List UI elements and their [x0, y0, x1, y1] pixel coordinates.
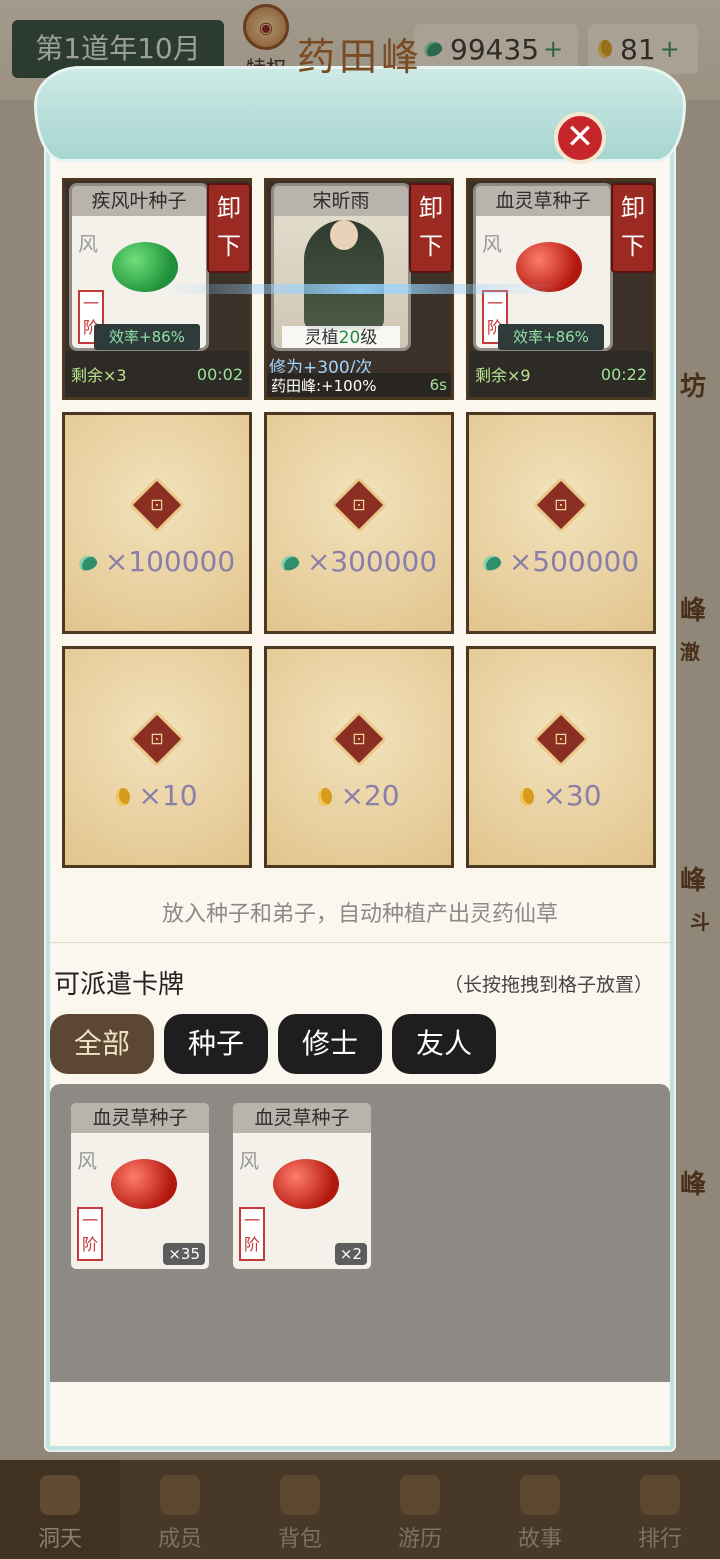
locked-slot-gold-2[interactable]: ⊡ ×20 [264, 646, 454, 868]
tab-friends[interactable]: 友人 [392, 1014, 496, 1074]
seed-card[interactable]: 血灵草种子 风 一阶 效率+86% [473, 183, 613, 351]
lock-icon: ⊡ [532, 710, 590, 768]
tier-badge: 一阶 [239, 1207, 265, 1261]
unlock-cost: ×10 [65, 779, 249, 812]
tab-seeds[interactable]: 种子 [164, 1014, 268, 1074]
lock-icon: ⊡ [128, 476, 186, 534]
disciple-head [330, 220, 358, 250]
slot-status: 剩余×9 00:22 [469, 351, 653, 397]
element-mark: 风 [482, 232, 502, 256]
disciple-level: 灵植20级 [282, 326, 400, 348]
cost-amount: ×100000 [104, 545, 236, 578]
locked-slot-gold-3[interactable]: ⊡ ×30 [466, 646, 656, 868]
cost-amount: ×10 [138, 779, 198, 812]
timer: 00:02 [196, 364, 243, 384]
card-name: 疾风叶种子 [72, 186, 206, 216]
tab-cultivators[interactable]: 修士 [278, 1014, 382, 1074]
red-seed-icon [111, 1159, 177, 1209]
dispatch-title: 可派遣卡牌 [54, 970, 185, 1000]
lock-icon: ⊡ [330, 710, 388, 768]
unlock-cost: ×500000 [469, 545, 653, 578]
gold-bean-icon [116, 788, 131, 806]
red-seed-icon [273, 1159, 339, 1209]
unlock-cost: ×100000 [65, 545, 249, 578]
tier-badge: 一阶 [77, 1207, 103, 1261]
jade-icon [76, 553, 99, 573]
locked-slot-jade-1[interactable]: ⊡ ×100000 [62, 412, 252, 634]
unload-button[interactable]: 卸下 [207, 183, 251, 273]
divider [50, 942, 670, 943]
unload-button[interactable]: 卸下 [409, 183, 453, 273]
timer: 00:22 [600, 364, 647, 384]
lock-icon: ⊡ [532, 476, 590, 534]
cost-amount: ×300000 [306, 545, 438, 578]
peak-bonus-text: 药田峰:+100% [271, 376, 377, 395]
locked-slot-gold-1[interactable]: ⊡ ×10 [62, 646, 252, 868]
lock-icon: ⊡ [330, 476, 388, 534]
card-name: 宋昕雨 [274, 186, 408, 216]
close-button[interactable]: ✕ [554, 112, 606, 164]
element-mark: 风 [78, 232, 98, 256]
card-name: 血灵草种子 [476, 186, 610, 216]
pool-seed-card[interactable]: 血灵草种子 风 一阶 ×2 [230, 1100, 374, 1272]
unlock-cost: ×300000 [267, 545, 451, 578]
gold-bean-icon [520, 788, 535, 806]
slot-status: 剩余×3 00:02 [65, 351, 249, 397]
modal-title: 药田峰 [296, 35, 423, 79]
element-mark: 风 [77, 1149, 97, 1173]
efficiency-label: 效率+86% [94, 324, 200, 350]
tab-all[interactable]: 全部 [50, 1014, 154, 1074]
disciple-card[interactable]: 宋昕雨 灵植20级 [271, 183, 411, 351]
cost-amount: ×30 [542, 779, 602, 812]
dispatch-note: （长按拖拽到格子放置） [444, 974, 654, 996]
locked-slot-jade-3[interactable]: ⊡ ×500000 [466, 412, 656, 634]
card-count: ×2 [334, 1243, 367, 1265]
card-name: 血灵草种子 [233, 1103, 371, 1133]
jade-icon [480, 553, 503, 573]
jade-icon [278, 553, 301, 573]
remaining-count: 剩余×9 [475, 366, 531, 385]
seed-card[interactable]: 疾风叶种子 风 一阶 效率+86% [69, 183, 209, 351]
level-prefix: 灵植 [304, 328, 339, 348]
pool-seed-card[interactable]: 血灵草种子 风 一阶 ×35 [68, 1100, 212, 1272]
cycle-time: 6s [429, 376, 447, 394]
lock-icon: ⊡ [128, 710, 186, 768]
cost-amount: ×500000 [508, 545, 640, 578]
locked-slot-jade-2[interactable]: ⊡ ×300000 [264, 412, 454, 634]
element-mark: 风 [239, 1149, 259, 1173]
hint-text: 放入种子和弟子，自动种植产出灵药仙草 [161, 902, 558, 927]
level-number: 20 [338, 328, 361, 348]
card-count: ×35 [163, 1243, 205, 1265]
gold-bean-icon [318, 788, 333, 806]
efficiency-label: 效率+86% [498, 324, 604, 350]
level-suffix: 级 [360, 328, 378, 348]
unlock-cost: ×30 [469, 779, 653, 812]
cost-amount: ×20 [340, 779, 400, 812]
card-name: 血灵草种子 [71, 1103, 209, 1133]
link-effect [160, 284, 560, 294]
peak-bonus: 药田峰:+100% 6s [267, 373, 451, 397]
unload-button[interactable]: 卸下 [611, 183, 655, 273]
unlock-cost: ×20 [267, 779, 451, 812]
remaining-count: 剩余×3 [71, 366, 127, 385]
